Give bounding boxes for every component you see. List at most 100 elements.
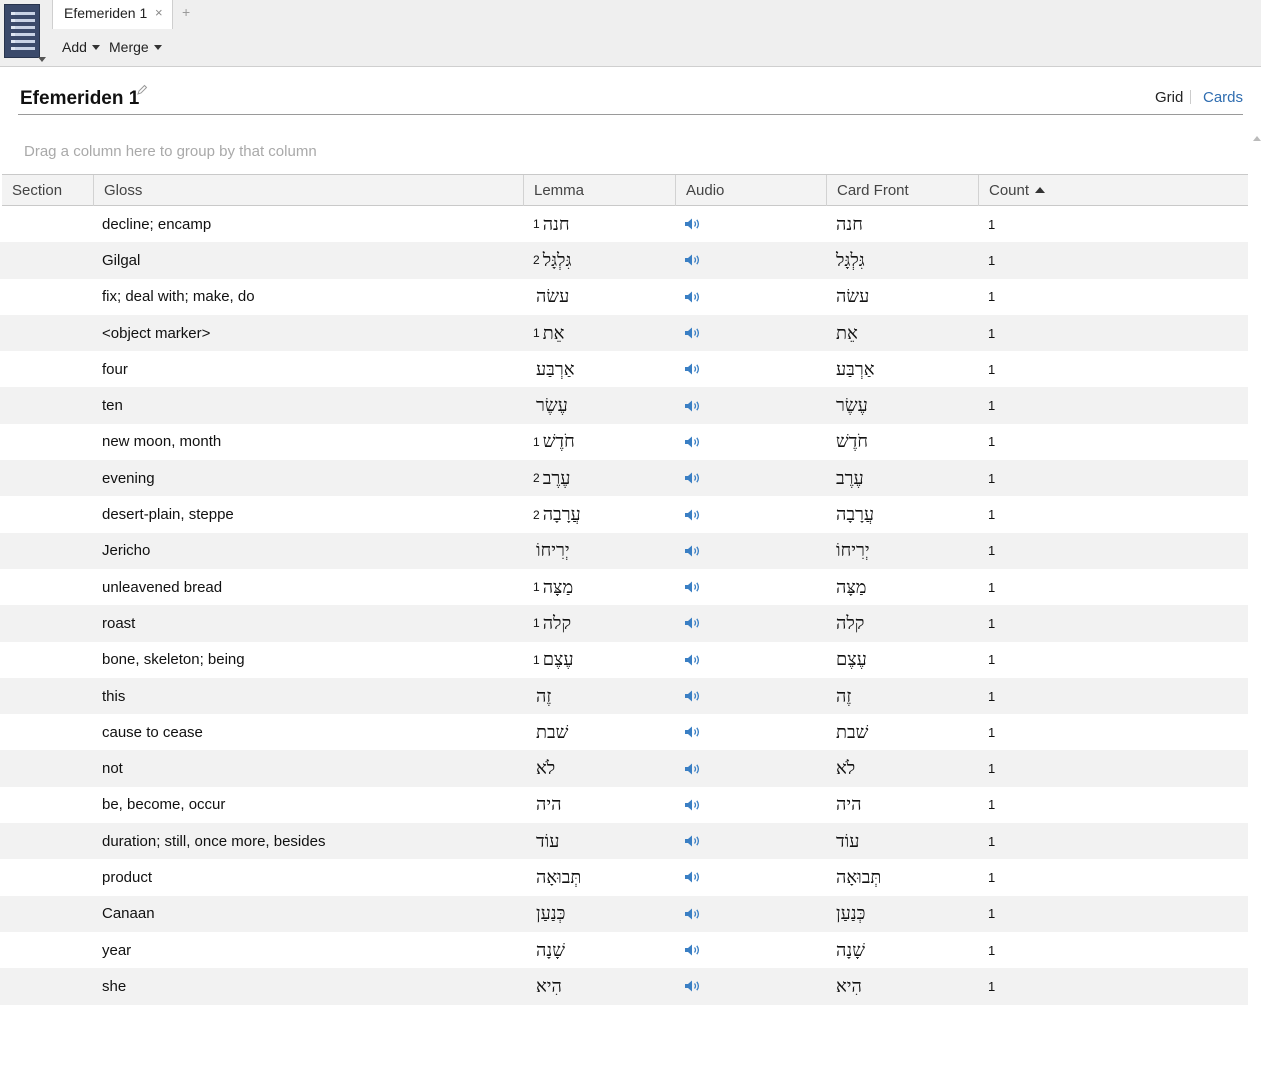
- speaker-icon[interactable]: [684, 823, 702, 859]
- column-header-lemma[interactable]: Lemma: [523, 175, 675, 206]
- lemma-cell: עוֹד: [533, 823, 559, 859]
- speaker-icon[interactable]: [684, 968, 702, 1004]
- table-row[interactable]: decline; encamp 1 חנה חנה 1: [0, 206, 1248, 242]
- column-header-count[interactable]: Count: [978, 175, 1248, 206]
- count-cell: 1: [988, 869, 996, 885]
- scroll-up-icon[interactable]: [1253, 136, 1261, 141]
- card-front-cell: לֹא: [836, 750, 855, 786]
- add-tab-icon[interactable]: +: [182, 4, 190, 20]
- table-row[interactable]: duration; still, once more, besides עוֹד ע…: [0, 823, 1248, 860]
- count-cell: 1: [988, 978, 996, 994]
- title-divider: [18, 114, 1243, 115]
- card-front-cell: כְּנַעַן: [836, 896, 865, 932]
- merge-menu-button[interactable]: Merge: [109, 39, 162, 55]
- card-front-text: זֶה: [836, 685, 852, 707]
- gloss-cell: unleavened bread: [102, 578, 223, 596]
- speaker-icon[interactable]: [684, 896, 702, 932]
- table-row[interactable]: product תְּבוּאָה תְּבוּאָה 1: [0, 859, 1248, 895]
- column-header-audio[interactable]: Audio: [675, 175, 826, 206]
- speaker-icon[interactable]: [684, 569, 702, 605]
- table-row[interactable]: Gilgal 2 גִּלְגָּל גִּלְגָּל 1: [0, 242, 1248, 279]
- tab-efemeriden-1[interactable]: Efemeriden 1 ×: [52, 0, 173, 29]
- lemma-text: שָׁנָה: [536, 939, 565, 961]
- speaker-icon[interactable]: [684, 351, 702, 387]
- speaker-icon[interactable]: [684, 279, 702, 315]
- view-grid-button[interactable]: Grid: [1155, 89, 1183, 106]
- add-menu-button[interactable]: Add: [62, 39, 100, 55]
- card-front-cell: הִיא: [836, 968, 862, 1004]
- table-row[interactable]: this זֶה זֶה 1: [0, 677, 1248, 715]
- gloss-cell: <object marker>: [102, 324, 211, 342]
- speaker-icon[interactable]: [684, 605, 702, 641]
- merge-menu-label: Merge: [109, 39, 149, 55]
- table-row[interactable]: cause to cease שׁבת שׁבת 1: [0, 714, 1248, 750]
- speaker-icon[interactable]: [684, 932, 702, 968]
- table-row[interactable]: fix; deal with; make, do עשׂה עשׂה 1: [0, 279, 1248, 315]
- speaker-icon[interactable]: [684, 460, 702, 496]
- card-front-text: חנה: [836, 213, 863, 235]
- homonym-number: 1: [533, 616, 540, 631]
- close-icon[interactable]: ×: [155, 5, 163, 20]
- table-row[interactable]: Canaan כְּנַעַן כְּנַעַן 1: [0, 895, 1248, 932]
- card-front-text: אַרְבַּע: [836, 358, 875, 380]
- column-header-card-front[interactable]: Card Front: [826, 175, 978, 206]
- table-row[interactable]: desert-plain, steppe 2 עֲרָבָה עֲרָבָה 1: [0, 496, 1248, 532]
- gloss-cell: ten: [102, 397, 123, 415]
- speaker-icon[interactable]: [684, 714, 702, 750]
- lemma-cell: 1 מַצָּה: [533, 569, 573, 605]
- app-menu-caret-icon[interactable]: [38, 57, 46, 62]
- speaker-icon[interactable]: [684, 642, 702, 678]
- gloss-cell: evening: [102, 469, 155, 487]
- speaker-icon[interactable]: [684, 678, 702, 714]
- lemma-text: עֶצֶם: [542, 649, 574, 671]
- count-cell: 1: [988, 434, 996, 450]
- card-front-text: עֲרָבָה: [836, 504, 875, 526]
- speaker-icon[interactable]: [684, 533, 702, 569]
- lemma-text: עוֹד: [536, 830, 560, 852]
- table-row[interactable]: she הִיא הִיא 1: [0, 968, 1248, 1005]
- speaker-icon[interactable]: [684, 496, 702, 532]
- count-cell: 1: [988, 252, 996, 268]
- gloss-cell: desert-plain, steppe: [102, 506, 234, 524]
- table-row[interactable]: <object marker> 1 אֵת אֵת 1: [0, 314, 1248, 352]
- count-cell: 1: [988, 724, 996, 740]
- gloss-cell: year: [102, 941, 132, 959]
- card-front-cell: אַרְבַּע: [836, 351, 875, 387]
- speaker-icon[interactable]: [684, 387, 702, 423]
- table-row[interactable]: evening 2 עֶרֶב עֶרֶב 1: [0, 460, 1248, 497]
- table-row[interactable]: bone, skeleton; being 1 עֶצֶם עֶצֶם 1: [0, 642, 1248, 678]
- column-header-gloss[interactable]: Gloss: [93, 175, 523, 206]
- table-row[interactable]: be, become, occur היה היה 1: [0, 787, 1248, 823]
- card-front-cell: עוֹד: [836, 823, 859, 859]
- table-row[interactable]: roast 1 קלה קלה 1: [0, 605, 1248, 642]
- count-cell: 1: [988, 325, 996, 341]
- table-row[interactable]: Jericho יְרִיחוֹ יְרִיחוֹ 1: [0, 532, 1248, 569]
- table-row[interactable]: new moon, month 1 חֹדֶשׁ חֹדֶשׁ 1: [0, 424, 1248, 460]
- homonym-number: 1: [533, 580, 540, 595]
- table-row[interactable]: not לֹא לֹא 1: [0, 750, 1248, 787]
- pencil-icon[interactable]: [136, 84, 148, 96]
- lemma-cell: אַרְבַּע: [533, 351, 575, 387]
- speaker-icon[interactable]: [684, 242, 702, 278]
- speaker-icon[interactable]: [684, 859, 702, 895]
- app-menu-button[interactable]: [4, 4, 40, 58]
- column-header-section[interactable]: Section: [2, 175, 93, 206]
- view-cards-button[interactable]: Cards: [1203, 89, 1243, 106]
- table-row[interactable]: year שָׁנָה שָׁנָה 1: [0, 932, 1248, 968]
- speaker-icon[interactable]: [684, 206, 702, 242]
- table-row[interactable]: unleavened bread 1 מַצָּה מַצָּה 1: [0, 569, 1248, 605]
- lemma-text: עֲרָבָה: [542, 504, 581, 526]
- speaker-icon[interactable]: [684, 424, 702, 460]
- speaker-icon[interactable]: [684, 787, 702, 823]
- table-row[interactable]: ten עֶשֶׂר עֶשֶׂר 1: [0, 387, 1248, 424]
- lemma-cell: 1 אֵת: [533, 315, 564, 351]
- group-by-drop-zone[interactable]: Drag a column here to group by that colu…: [24, 143, 317, 160]
- table-row[interactable]: four אַרְבַּע אַרְבַּע 1: [0, 351, 1248, 387]
- lemma-text: עֶרֶב: [542, 467, 571, 489]
- speaker-icon[interactable]: [684, 315, 702, 351]
- card-front-cell: שׁבת: [836, 714, 868, 750]
- column-label: Count: [989, 182, 1030, 199]
- card-front-text: אֵת: [836, 322, 858, 344]
- lemma-cell: היה: [533, 787, 561, 823]
- speaker-icon[interactable]: [684, 750, 702, 786]
